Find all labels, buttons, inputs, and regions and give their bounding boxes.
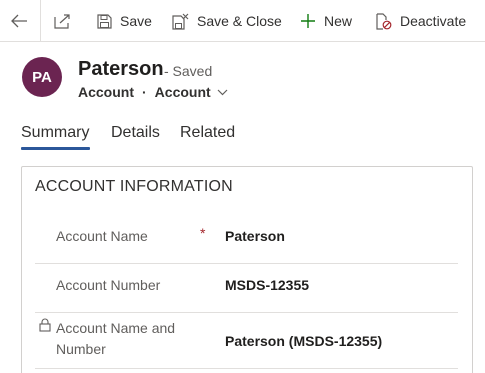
avatar: PA	[22, 57, 62, 97]
back-arrow-icon	[11, 14, 27, 28]
account-number-value[interactable]: MSDS-12355	[225, 277, 309, 293]
form-selector[interactable]: Account	[155, 84, 211, 100]
account-number-label: Account Number	[56, 277, 161, 293]
lock-icon	[39, 318, 51, 332]
account-name-and-number-value: Paterson (MSDS-12355)	[225, 333, 383, 349]
section-title: ACCOUNT INFORMATION	[35, 178, 233, 195]
tab-related[interactable]: Related	[180, 124, 235, 142]
account-name-label: Account Name	[56, 228, 148, 244]
deactivate-label: Deactivate	[400, 13, 467, 29]
field-divider	[35, 263, 458, 264]
save-and-close-button[interactable]: Save & Close	[172, 0, 282, 42]
breadcrumb: Account · Account	[78, 84, 228, 100]
entity-name: Account	[78, 84, 134, 100]
command-bar: Save Save & Close New Deactivate	[0, 0, 485, 42]
account-name-and-number-label: Account Name and Number	[56, 318, 175, 360]
new-label: New	[324, 13, 353, 29]
label-line-2: Number	[56, 341, 106, 357]
tab-summary[interactable]: Summary	[21, 124, 89, 142]
field-divider	[35, 368, 458, 369]
new-button[interactable]: New	[300, 0, 352, 42]
chevron-down-icon[interactable]	[217, 89, 228, 96]
label-line-1: Account Name and	[56, 320, 176, 336]
command-separator	[40, 0, 41, 42]
save-and-close-label: Save & Close	[197, 13, 282, 29]
back-button[interactable]	[10, 0, 28, 42]
active-tab-indicator	[21, 147, 90, 150]
save-status: - Saved	[164, 63, 213, 79]
required-indicator: *	[200, 225, 206, 241]
save-button[interactable]: Save	[97, 0, 152, 42]
plus-icon	[301, 14, 315, 28]
field-divider	[35, 312, 458, 313]
open-in-new-window-icon	[54, 14, 70, 29]
open-new-window-button[interactable]	[54, 0, 71, 42]
save-icon	[97, 13, 112, 29]
save-label: Save	[120, 13, 152, 29]
tab-details[interactable]: Details	[111, 124, 160, 142]
deactivate-icon	[376, 12, 392, 30]
avatar-initials: PA	[32, 68, 52, 86]
breadcrumb-separator: ·	[142, 84, 147, 100]
record-title: Paterson	[78, 58, 164, 80]
account-name-value[interactable]: Paterson	[225, 228, 285, 244]
deactivate-button[interactable]: Deactivate	[375, 0, 466, 42]
save-and-close-icon	[172, 13, 189, 30]
